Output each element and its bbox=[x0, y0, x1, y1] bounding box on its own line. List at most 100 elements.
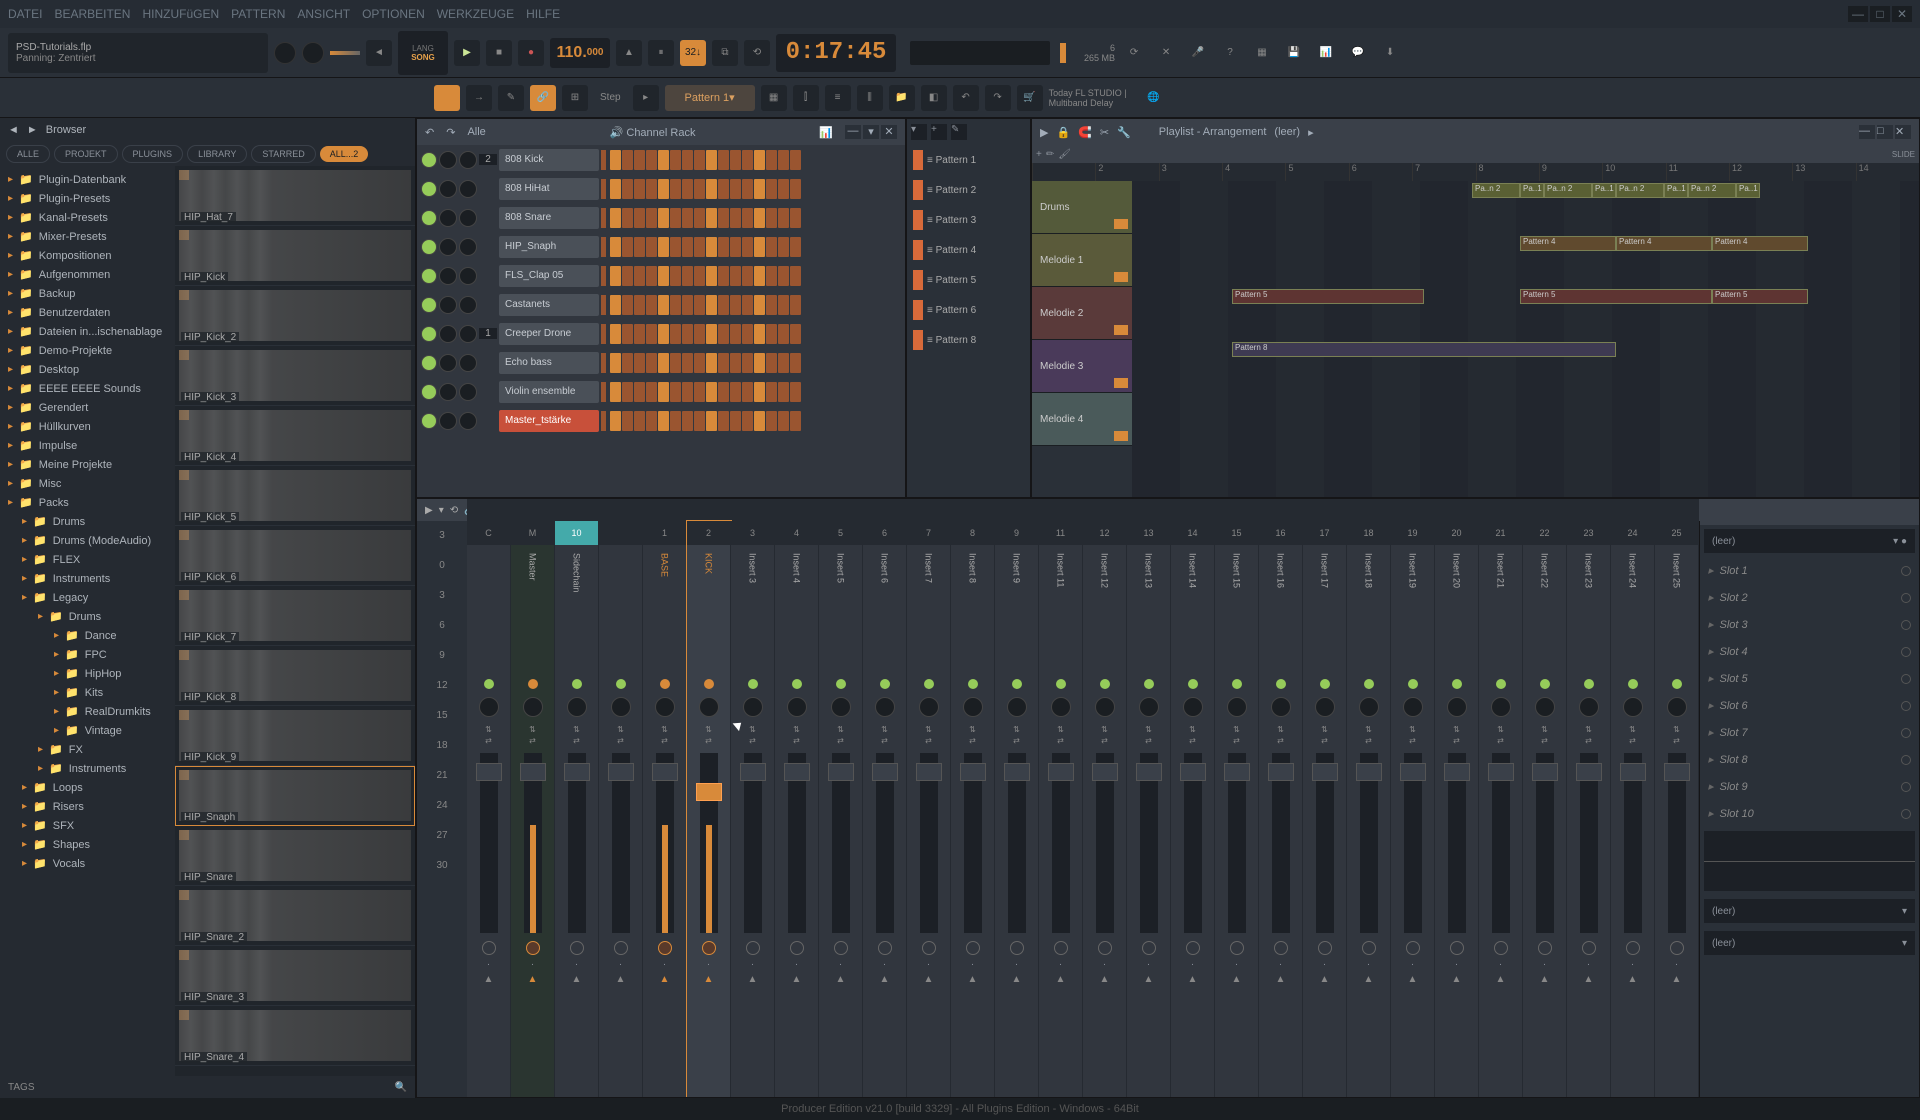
strip-name[interactable]: Insert 17 bbox=[1320, 545, 1330, 675]
strip-route-icon[interactable]: ▲ bbox=[1232, 974, 1242, 985]
strip-top[interactable]: 17 bbox=[1303, 521, 1346, 545]
strip-enable[interactable] bbox=[1144, 679, 1154, 689]
strip-fx-icon[interactable] bbox=[1318, 941, 1332, 955]
strip-top[interactable]: 4 bbox=[775, 521, 818, 545]
tree-node[interactable]: ▸📁Drums (ModeAudio) bbox=[0, 531, 175, 550]
channel-row[interactable]: 808 Snare bbox=[417, 203, 905, 232]
strip-fader[interactable] bbox=[524, 753, 542, 933]
stereo-sep-icon[interactable]: ⇅ bbox=[969, 725, 976, 734]
swap-icon[interactable]: ⇄ bbox=[925, 736, 932, 745]
tree-node[interactable]: ▸📁Impulse bbox=[0, 436, 175, 455]
strip-pan-knob[interactable] bbox=[743, 697, 763, 717]
swap-icon[interactable]: ⇄ bbox=[1101, 736, 1108, 745]
strip-send-dot[interactable]: · bbox=[1103, 959, 1106, 970]
sample-item[interactable]: HIP_Kick_4 bbox=[175, 406, 415, 466]
mixer-strip[interactable]: 12Insert 12⇅⇄·▲ bbox=[1083, 521, 1127, 1097]
strip-fader[interactable] bbox=[1272, 753, 1290, 933]
strip-fx-icon[interactable] bbox=[1098, 941, 1112, 955]
tree-node[interactable]: ▸📁Vintage bbox=[0, 721, 175, 740]
tree-node[interactable]: ▸📁Kanal-Presets bbox=[0, 208, 175, 227]
strip-fader[interactable] bbox=[1668, 753, 1686, 933]
strip-enable[interactable] bbox=[616, 679, 626, 689]
strip-top[interactable]: 14 bbox=[1171, 521, 1214, 545]
tree-node[interactable]: ▸📁SFX bbox=[0, 816, 175, 835]
chanrack-back-icon[interactable]: ↶ bbox=[425, 126, 434, 139]
track-header[interactable]: Drums bbox=[1032, 181, 1132, 234]
tree-node[interactable]: ▸📁Aufgenommen bbox=[0, 265, 175, 284]
strip-pan-knob[interactable] bbox=[655, 697, 675, 717]
step-sequencer[interactable] bbox=[610, 208, 801, 228]
menu-pattern[interactable]: PATTERN bbox=[231, 7, 285, 21]
channel-row[interactable]: Castanets bbox=[417, 290, 905, 319]
stereo-sep-icon[interactable]: ⇅ bbox=[1101, 725, 1108, 734]
strip-route-icon[interactable]: ▲ bbox=[1364, 974, 1374, 985]
sample-item[interactable]: HIP_Snare bbox=[175, 826, 415, 886]
mixer-strip[interactable]: ⇅⇄·▲ bbox=[599, 521, 643, 1097]
strip-send-dot[interactable]: · bbox=[1015, 959, 1018, 970]
tree-node[interactable]: ▸📁RealDrumkits bbox=[0, 702, 175, 721]
tree-node[interactable]: ▸📁Mixer-Presets bbox=[0, 227, 175, 246]
strip-fader[interactable] bbox=[1140, 753, 1158, 933]
strip-fx-icon[interactable] bbox=[658, 941, 672, 955]
view-piano-icon[interactable]: ⫿ bbox=[793, 85, 819, 111]
strip-pan-knob[interactable] bbox=[567, 697, 587, 717]
swap-icon[interactable]: ⇄ bbox=[881, 736, 888, 745]
strip-send-dot[interactable]: · bbox=[575, 959, 578, 970]
channel-row[interactable]: Echo bass bbox=[417, 348, 905, 377]
strip-route-icon[interactable]: ▲ bbox=[660, 974, 670, 985]
strip-route-icon[interactable]: ▲ bbox=[1628, 974, 1638, 985]
strip-top[interactable]: 11 bbox=[1039, 521, 1082, 545]
patpick-add-icon[interactable]: + bbox=[931, 124, 947, 140]
chanrack-opt-icon[interactable]: ▾ bbox=[863, 125, 879, 139]
strip-enable[interactable] bbox=[1364, 679, 1374, 689]
swap-icon[interactable]: ⇄ bbox=[1453, 736, 1460, 745]
snap-icon[interactable]: ⊞ bbox=[562, 85, 588, 111]
swap-icon[interactable]: ⇄ bbox=[1409, 736, 1416, 745]
strip-name[interactable]: Insert 5 bbox=[836, 545, 846, 675]
stereo-sep-icon[interactable]: ⇅ bbox=[1365, 725, 1372, 734]
strip-top[interactable]: 6 bbox=[863, 521, 906, 545]
channel-pan-knob[interactable] bbox=[439, 238, 457, 256]
strip-enable[interactable] bbox=[1012, 679, 1022, 689]
tools-icon[interactable]: ✕ bbox=[1153, 40, 1179, 66]
strip-enable[interactable] bbox=[1496, 679, 1506, 689]
mixer-strip[interactable]: 2KICK⇅⇄·▲ bbox=[687, 521, 731, 1097]
strip-name[interactable]: Insert 25 bbox=[1672, 545, 1682, 675]
stereo-sep-icon[interactable]: ⇅ bbox=[1233, 725, 1240, 734]
help-icon[interactable]: ? bbox=[1217, 40, 1243, 66]
strip-send-dot[interactable]: · bbox=[883, 959, 886, 970]
channel-name[interactable]: HIP_Snaph bbox=[499, 236, 599, 258]
strip-name[interactable]: Sidechain bbox=[572, 545, 582, 675]
strip-top[interactable]: C bbox=[467, 521, 510, 545]
strip-route-icon[interactable]: ▲ bbox=[968, 974, 978, 985]
channel-name[interactable]: Violin ensemble bbox=[499, 381, 599, 403]
record-button[interactable]: ● bbox=[518, 40, 544, 66]
strip-name[interactable]: Insert 3 bbox=[748, 545, 758, 675]
sample-item[interactable]: HIP_Kick_9 bbox=[175, 706, 415, 766]
channel-mute[interactable] bbox=[421, 384, 437, 400]
channel-vol-knob[interactable] bbox=[459, 325, 477, 343]
view-mixer-icon[interactable]: ⫼ bbox=[857, 85, 883, 111]
strip-send-dot[interactable]: · bbox=[971, 959, 974, 970]
strip-pan-knob[interactable] bbox=[787, 697, 807, 717]
view-chanrack-icon[interactable]: ≡ bbox=[825, 85, 851, 111]
stereo-sep-icon[interactable]: ⇅ bbox=[749, 725, 756, 734]
strip-enable[interactable] bbox=[1408, 679, 1418, 689]
strip-top[interactable]: 23 bbox=[1567, 521, 1610, 545]
tree-node[interactable]: ▸📁Drums bbox=[0, 607, 175, 626]
strip-fx-icon[interactable] bbox=[702, 941, 716, 955]
stereo-sep-icon[interactable]: ⇅ bbox=[573, 725, 580, 734]
menu-hinzufuegen[interactable]: HINZUFüGEN bbox=[142, 7, 219, 21]
stereo-sep-icon[interactable]: ⇅ bbox=[793, 725, 800, 734]
playlist-clip[interactable]: Pa..1 bbox=[1664, 183, 1688, 198]
channel-row[interactable]: Violin ensemble bbox=[417, 377, 905, 406]
strip-fx-icon[interactable] bbox=[922, 941, 936, 955]
stereo-sep-icon[interactable]: ⇅ bbox=[881, 725, 888, 734]
strip-fader[interactable] bbox=[744, 753, 762, 933]
playlist-clip[interactable]: Pa..1 bbox=[1736, 183, 1760, 198]
channel-mute[interactable] bbox=[421, 413, 437, 429]
window-close-icon[interactable]: ✕ bbox=[1892, 6, 1912, 22]
mic-icon[interactable]: 🎤 bbox=[1185, 40, 1211, 66]
strip-fx-icon[interactable] bbox=[834, 941, 848, 955]
strip-enable[interactable] bbox=[1232, 679, 1242, 689]
